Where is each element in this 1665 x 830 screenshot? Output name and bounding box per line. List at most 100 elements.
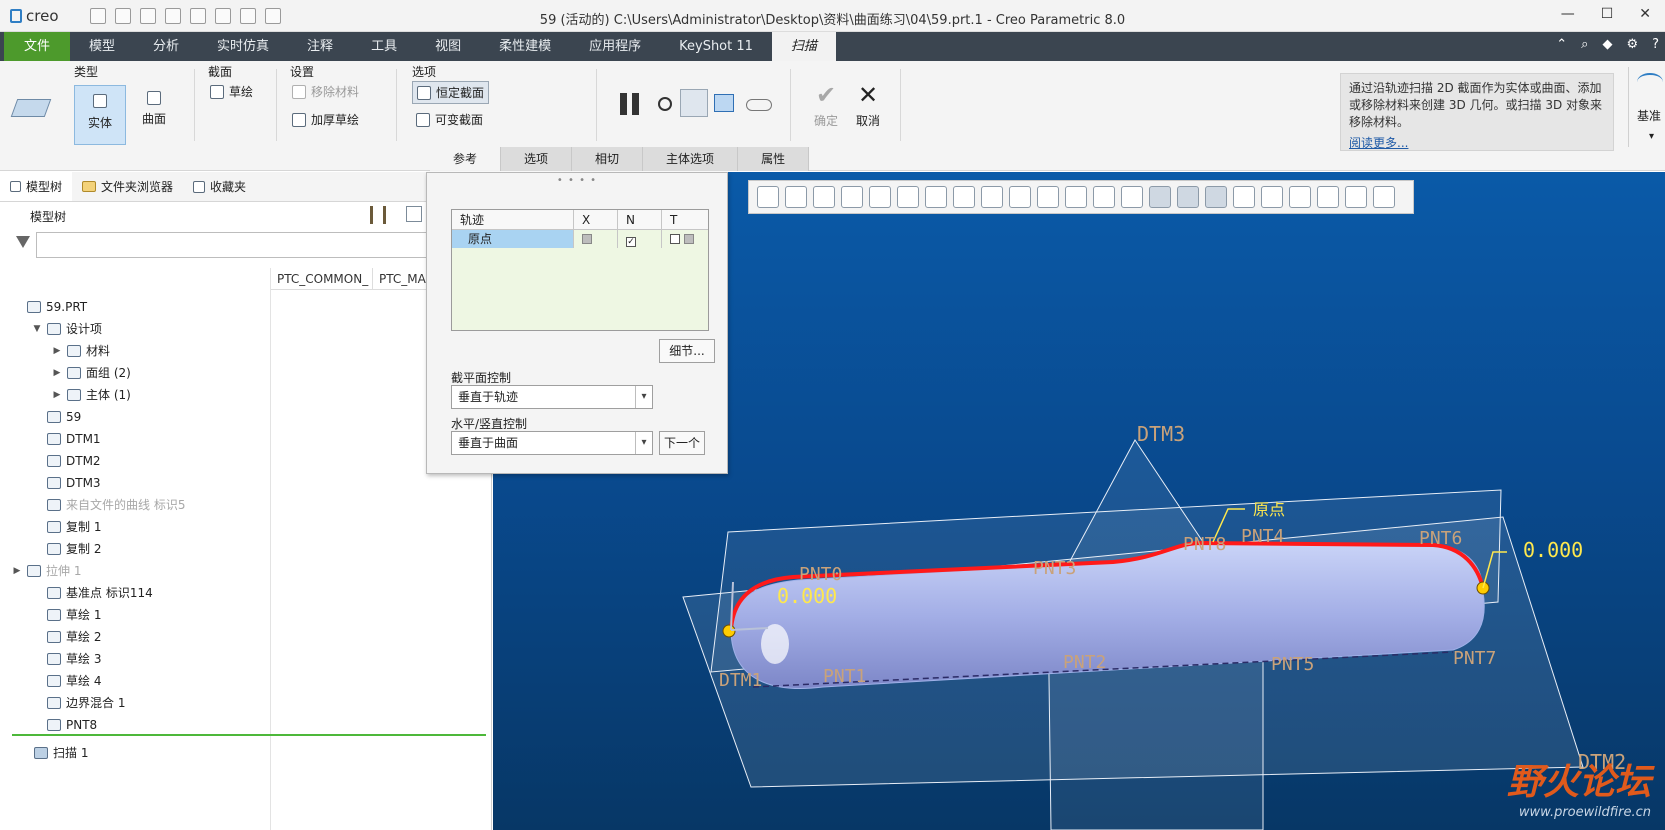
tab-simulation[interactable]: 实时仿真 <box>198 32 288 61</box>
trajectory-start-point[interactable] <box>722 624 736 638</box>
close-icon[interactable]: ✕ <box>1639 6 1651 22</box>
subtab-properties[interactable]: 属性 <box>738 147 810 171</box>
read-more-link[interactable]: 阅读更多... <box>1349 135 1605 152</box>
label-pnt3[interactable]: PNT3 <box>1033 558 1076 579</box>
tree-item[interactable]: 草绘 3 <box>12 648 185 670</box>
help-icon[interactable]: ? <box>1652 37 1659 52</box>
tree-item[interactable]: 来自文件的曲线 标识5 <box>12 494 185 516</box>
tree-item[interactable]: 边界混合 1 <box>12 692 185 714</box>
label-pnt4[interactable]: PNT4 <box>1241 526 1284 547</box>
label-pnt2[interactable]: PNT2 <box>1063 652 1106 673</box>
subtab-body-options[interactable]: 主体选项 <box>643 147 739 171</box>
dimension-left[interactable]: 0.000 <box>777 584 837 608</box>
tab-folder-browser[interactable]: 文件夹浏览器 <box>72 172 183 201</box>
column-header-ptc-common[interactable]: PTC_COMMON_ <box>270 268 372 290</box>
glasses-icon[interactable] <box>746 99 772 111</box>
expand-arrow-icon[interactable]: ▼ <box>32 318 42 340</box>
tree-item[interactable]: ▶ 材料 <box>12 340 185 362</box>
datum-group[interactable]: 基准 ▾ <box>1628 67 1664 147</box>
cancel-button[interactable]: ✕ 取消 <box>848 83 888 129</box>
tree-item[interactable]: DTM3 <box>12 472 185 494</box>
tab-model-tree[interactable]: 模型树 <box>0 172 73 201</box>
surface-button[interactable]: 曲面 <box>130 91 178 127</box>
tab-tools[interactable]: 工具 <box>352 32 416 61</box>
pause-icon[interactable] <box>618 93 642 115</box>
tree-item[interactable]: PNT8 <box>12 714 185 736</box>
constant-section-icon <box>417 85 431 100</box>
tree-item[interactable]: ▶ 拉伸 1 <box>12 560 185 582</box>
expand-arrow-icon[interactable]: ▶ <box>12 560 22 582</box>
preview-icon[interactable] <box>680 89 708 117</box>
checkbox-t[interactable] <box>662 230 708 248</box>
tree-settings-icon[interactable] <box>370 206 386 224</box>
tree-filter-input[interactable] <box>36 232 436 258</box>
tree-item[interactable]: DTM1 <box>12 428 185 450</box>
constant-section-button[interactable]: 恒定截面 <box>412 81 490 104</box>
subtab-references[interactable]: 参考 <box>430 147 502 171</box>
tab-applications[interactable]: 应用程序 <box>570 32 660 61</box>
checkbox-x[interactable] <box>574 230 618 248</box>
solid-button[interactable]: 实体 <box>74 85 126 145</box>
insert-marker-line[interactable] <box>12 734 486 736</box>
tab-keyshot[interactable]: KeyShot 11 <box>660 32 772 61</box>
tree-item[interactable]: 59.PRT <box>12 296 185 318</box>
verify-icon[interactable] <box>714 94 734 112</box>
row-origin-label[interactable]: 原点 <box>452 230 574 248</box>
details-button[interactable]: 细节... <box>659 339 715 363</box>
minimize-icon[interactable]: — <box>1561 6 1575 22</box>
tab-model[interactable]: 模型 <box>70 32 134 61</box>
thicken-sketch-button[interactable]: 加厚草绘 <box>292 111 359 128</box>
tree-item[interactable]: 草绘 4 <box>12 670 185 692</box>
label-pnt8[interactable]: PNT8 <box>1183 534 1226 555</box>
hv-control-select[interactable]: 垂直于曲面 <box>451 431 653 455</box>
label-origin[interactable]: 原点 <box>1253 496 1285 520</box>
label-pnt7[interactable]: PNT7 <box>1453 648 1496 669</box>
variable-section-button[interactable]: 可变截面 <box>416 111 483 128</box>
subtab-tangency[interactable]: 相切 <box>572 147 644 171</box>
expand-arrow-icon[interactable]: ▶ <box>52 340 62 362</box>
tree-item[interactable]: ▶ 面组 (2) <box>12 362 185 384</box>
tree-item[interactable]: 草绘 2 <box>12 626 185 648</box>
label-pnt1[interactable]: PNT1 <box>823 666 866 687</box>
tab-flexible-modeling[interactable]: 柔性建模 <box>480 32 570 61</box>
tab-favorites[interactable]: 收藏夹 <box>183 172 256 201</box>
sketch-button[interactable]: 草绘 <box>210 83 253 100</box>
collapse-ribbon-icon[interactable]: ⌃ <box>1556 37 1567 52</box>
expand-arrow-icon[interactable]: ▶ <box>52 384 62 406</box>
no-preview-icon[interactable] <box>658 97 672 111</box>
label-dtm3[interactable]: DTM3 <box>1137 422 1185 446</box>
maximize-icon[interactable]: ☐ <box>1601 6 1614 22</box>
ok-button[interactable]: ✔ 确定 <box>806 83 846 129</box>
file-menu[interactable]: 文件 <box>4 32 70 61</box>
tree-item[interactable]: 59 <box>12 406 185 428</box>
panel-grip[interactable]: • • • • <box>427 175 727 186</box>
next-button[interactable]: 下一个 <box>659 431 705 455</box>
tab-annotate[interactable]: 注释 <box>288 32 352 61</box>
tab-analysis[interactable]: 分析 <box>134 32 198 61</box>
tree-item[interactable]: 草绘 1 <box>12 604 185 626</box>
table-row[interactable]: 原点 ✓ <box>452 230 708 248</box>
tab-sweep[interactable]: 扫描 <box>771 32 836 61</box>
tree-item[interactable]: 复制 1 <box>12 516 185 538</box>
checkbox-n[interactable]: ✓ <box>618 230 662 248</box>
label-dtm1[interactable]: DTM1 <box>719 670 762 691</box>
dimension-right[interactable]: 0.000 <box>1523 538 1583 562</box>
tree-item[interactable]: ▶ 主体 (1) <box>12 384 185 406</box>
section-plane-select[interactable]: 垂直于轨迹 <box>451 385 653 409</box>
tree-item[interactable]: 复制 2 <box>12 538 185 560</box>
label-pnt5[interactable]: PNT5 <box>1271 654 1314 675</box>
tree-item[interactable]: DTM2 <box>12 450 185 472</box>
expand-arrow-icon[interactable]: ▶ <box>52 362 62 384</box>
label-pnt6[interactable]: PNT6 <box>1419 528 1462 549</box>
tree-columns-icon[interactable] <box>406 206 422 222</box>
settings-icon[interactable]: ⚙ <box>1626 37 1638 52</box>
graduation-cap-icon[interactable]: ◆ <box>1602 37 1612 52</box>
label-pnt0[interactable]: PNT0 <box>799 564 842 585</box>
tab-view[interactable]: 视图 <box>416 32 480 61</box>
tree-item-sweep-1[interactable]: 扫描 1 <box>34 742 88 764</box>
subtab-options[interactable]: 选项 <box>501 147 573 171</box>
tree-item[interactable]: 基准点 标识114 <box>12 582 185 604</box>
search-icon[interactable]: ⌕ <box>1581 37 1588 52</box>
remove-material-button[interactable]: 移除材料 <box>292 83 359 100</box>
tree-item[interactable]: ▼ 设计项 <box>12 318 185 340</box>
